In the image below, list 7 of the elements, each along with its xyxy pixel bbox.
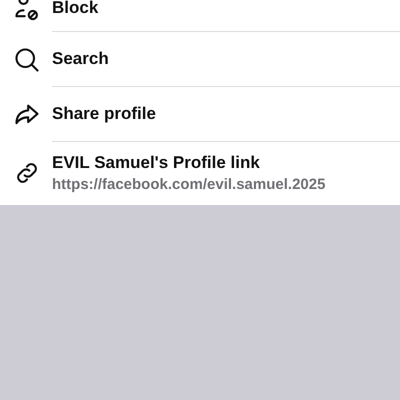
menu-item[interactable]: Block (52, 0, 98, 18)
person-blocked-icon (13, 0, 41, 22)
menu-item[interactable]: EVIL Samuel's Profile link (52, 152, 260, 173)
menu-item[interactable]: Share profile (52, 103, 156, 125)
menu-item[interactable]: Search (52, 48, 109, 70)
profile-url: https://facebook.com/evil.samuel.2025 (52, 176, 326, 194)
search-icon (13, 46, 41, 74)
